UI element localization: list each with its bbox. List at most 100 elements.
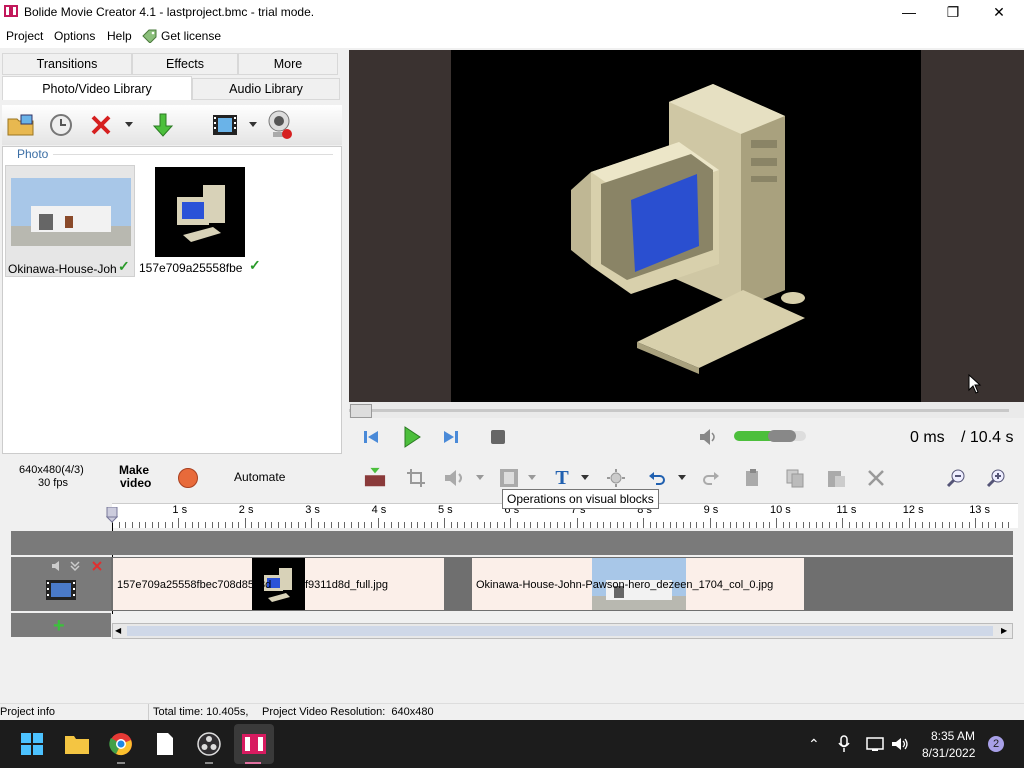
delete-track-icon[interactable] (91, 560, 103, 572)
notification-badge[interactable]: 2 (988, 736, 1004, 752)
ruler-tick (696, 522, 698, 528)
clock-time[interactable]: 8:35 AM (931, 729, 975, 743)
timeline-clip-computer[interactable]: 157e709a25558fbec708d85 8d f9311d8d_full… (113, 558, 444, 610)
copy-icon[interactable] (784, 467, 806, 489)
timeline-scrollbar[interactable]: ◀ ▶ (112, 623, 1013, 639)
chevron-down-icon[interactable] (125, 122, 133, 127)
ruler-tick (722, 522, 724, 528)
chevron-down-icon[interactable] (581, 475, 589, 480)
mute-icon[interactable] (51, 560, 65, 572)
ruler-tick (981, 522, 983, 528)
ruler-tick (729, 522, 731, 528)
brightness-icon[interactable] (605, 467, 627, 489)
film-icon[interactable] (210, 110, 240, 140)
seek-handle[interactable] (350, 404, 372, 418)
volume-tray-icon[interactable] (891, 736, 909, 752)
redo-icon[interactable] (700, 467, 722, 489)
ruler-tick (497, 522, 499, 528)
bolide-app-icon[interactable] (240, 730, 268, 758)
next-icon[interactable] (443, 429, 459, 445)
collapse-icon[interactable] (69, 560, 81, 572)
start-icon[interactable] (18, 730, 46, 758)
chevron-down-icon[interactable] (528, 475, 536, 480)
film-strip-icon[interactable] (498, 467, 520, 489)
tab-photo-video-library[interactable]: Photo/Video Library (2, 76, 192, 100)
make-video-button-line2[interactable]: video (120, 476, 151, 490)
document-icon[interactable] (151, 730, 179, 758)
cut-icon[interactable] (742, 467, 764, 489)
ruler-tick (145, 522, 147, 528)
delete-icon[interactable] (86, 110, 116, 140)
crop-icon[interactable] (405, 467, 427, 489)
close-button[interactable]: ✕ (976, 0, 1022, 24)
volume-knob[interactable] (767, 430, 796, 442)
play-icon[interactable] (403, 426, 421, 448)
previous-icon[interactable] (363, 429, 379, 445)
paste-icon[interactable] (825, 467, 847, 489)
section-divider (53, 154, 333, 155)
chevron-up-icon[interactable]: ⌃ (808, 736, 820, 753)
remove-icon[interactable] (865, 467, 887, 489)
scroll-left-icon[interactable]: ◀ (115, 626, 121, 635)
chevron-down-icon[interactable] (678, 475, 686, 480)
ruler-tick (424, 522, 426, 528)
ruler-tick (716, 522, 718, 528)
ruler-tick (596, 522, 598, 528)
ruler-tick (689, 522, 691, 528)
menu-options[interactable]: Options (54, 29, 95, 43)
timeline-clip-okinawa[interactable]: Okinawa-House-John-Pawson-hero_dezeen_17… (472, 558, 804, 610)
library-item-okinawa[interactable]: Okinawa-House-Joh ✓ (5, 165, 135, 277)
tab-audio-library[interactable]: Audio Library (192, 78, 340, 100)
clock-icon[interactable] (46, 110, 76, 140)
import-arrow-icon[interactable] (148, 110, 178, 140)
minimize-button[interactable]: — (886, 0, 932, 24)
file-explorer-icon[interactable] (63, 730, 91, 758)
record-icon[interactable] (178, 468, 198, 488)
chevron-down-icon[interactable] (249, 122, 257, 127)
volume-slider[interactable] (734, 430, 806, 442)
add-track-icon[interactable]: + (53, 615, 65, 638)
stop-icon[interactable] (491, 430, 505, 444)
maximize-button[interactable]: ❐ (930, 0, 976, 24)
tab-transitions[interactable]: Transitions (2, 53, 132, 75)
speaker-icon[interactable] (699, 428, 717, 446)
scroll-right-icon[interactable]: ▶ (1001, 626, 1007, 635)
playhead-icon[interactable] (105, 506, 119, 523)
zoom-in-icon[interactable] (985, 467, 1007, 489)
clock-date[interactable]: 8/31/2022 (922, 746, 975, 760)
automate-button[interactable]: Automate (234, 470, 285, 484)
volume-icon[interactable] (444, 467, 466, 489)
open-folder-icon[interactable] (6, 110, 36, 140)
scroll-thumb[interactable] (127, 626, 993, 636)
menu-help[interactable]: Help (107, 29, 132, 43)
ruler-tick (450, 522, 452, 528)
library-item-label: Okinawa-House-Joh (8, 262, 117, 276)
webcam-icon[interactable] (264, 110, 294, 140)
network-icon[interactable] (866, 736, 884, 752)
obs-icon[interactable] (195, 730, 223, 758)
ruler-tick (417, 522, 419, 528)
seek-bar[interactable] (349, 402, 1024, 418)
microphone-icon[interactable] (838, 735, 850, 753)
library-item-computer[interactable]: 157e709a25558fbe ✓ (137, 165, 267, 277)
text-icon[interactable]: T (551, 467, 573, 489)
total-time: / 10.4 s (961, 429, 1014, 446)
ruler-tick (351, 522, 353, 528)
ruler-tick (855, 522, 857, 528)
tab-more[interactable]: More (238, 53, 338, 75)
tab-effects[interactable]: Effects (132, 53, 238, 75)
undo-icon[interactable] (646, 467, 668, 489)
menu-project[interactable]: Project (6, 29, 43, 43)
chevron-down-icon[interactable] (476, 475, 484, 480)
title-bar: Bolide Movie Creator 4.1 - lastproject.b… (0, 0, 1024, 24)
zoom-out-icon[interactable] (945, 467, 967, 489)
split-clip-icon[interactable] (364, 467, 386, 489)
make-video-button[interactable]: Make (119, 463, 149, 477)
overlay-track[interactable] (11, 531, 1013, 555)
ruler-tick (862, 522, 864, 528)
chrome-icon[interactable] (107, 730, 135, 758)
menu-get-license[interactable]: Get license (161, 29, 221, 43)
project-info[interactable]: Project info (0, 706, 55, 718)
current-time: 0 ms (910, 429, 945, 446)
ruler-tick (244, 518, 246, 528)
